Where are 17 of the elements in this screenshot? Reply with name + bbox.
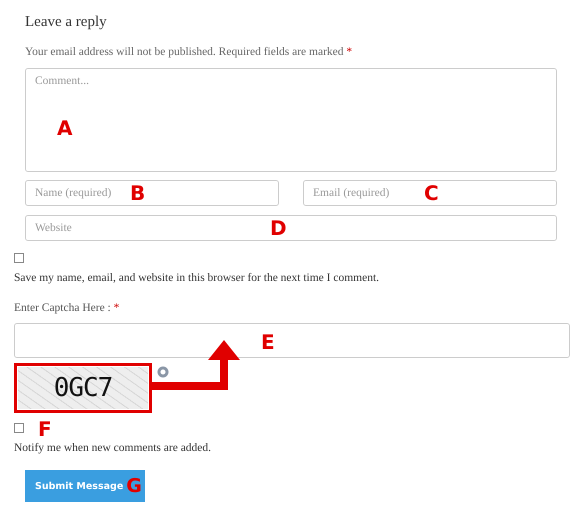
checkbox-label: Save my name, email, and website in this browser for the next time I comment. xyxy=(14,272,380,284)
annotation-letter: D xyxy=(270,218,287,238)
annotation-letter: F xyxy=(38,419,52,439)
annotation-letter: G xyxy=(126,476,142,496)
captcha-field[interactable] xyxy=(14,323,570,358)
checkbox[interactable] xyxy=(14,423,24,433)
annotation-letter: C xyxy=(424,183,439,203)
checkbox[interactable] xyxy=(14,253,24,263)
section-heading: Leave a reply xyxy=(25,14,108,31)
checkbox-label: Notify me when new comments are added. xyxy=(14,442,212,454)
annotation-letter: E xyxy=(261,332,275,352)
captcha-label: Enter Captcha Here : * xyxy=(14,302,120,314)
refresh-icon[interactable] xyxy=(157,366,169,378)
annotation-letter: A xyxy=(57,118,72,138)
captcha-code: 0GC7 xyxy=(54,373,112,403)
required-note: Your email address will not be published. Required fields are marked * xyxy=(25,46,354,58)
annotation-letter: B xyxy=(130,183,146,203)
